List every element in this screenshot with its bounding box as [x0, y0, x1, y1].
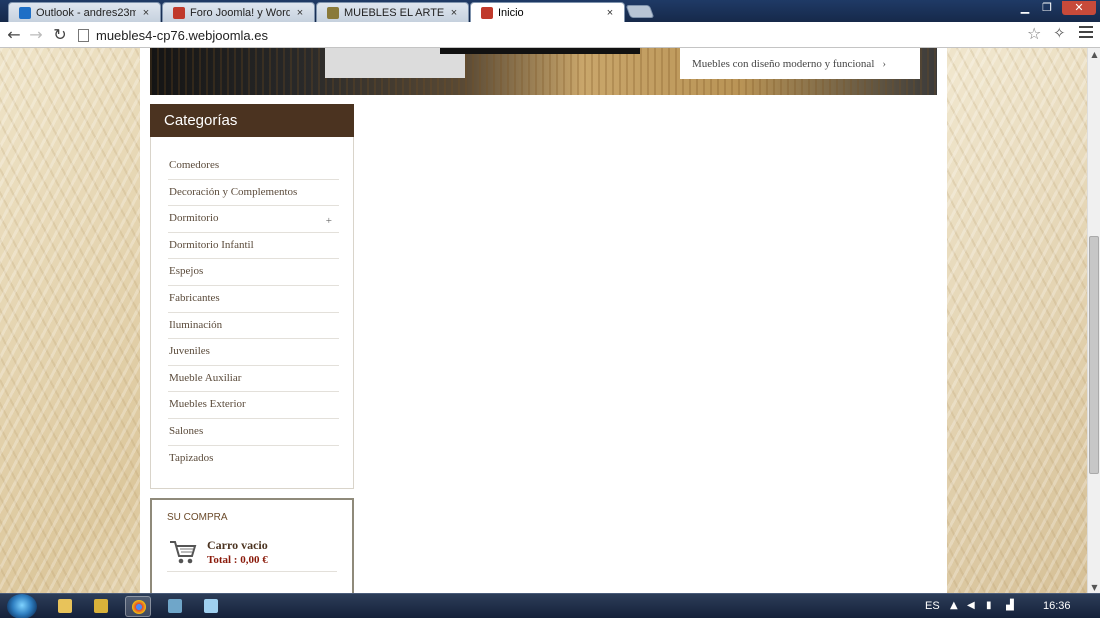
scroll-up-icon[interactable]: ▲ — [1090, 50, 1099, 59]
category-dormitorio-infantil[interactable]: Dormitorio Infantil — [168, 233, 339, 260]
tab-outlook[interactable]: Outlook - andres23mf@h × — [8, 2, 161, 22]
categories-panel: Comedores Decoración y Complementos Dorm… — [150, 137, 354, 489]
browser-tab-strip: Outlook - andres23mf@h × Foro Joomla! y … — [0, 0, 1100, 22]
category-fabricantes[interactable]: Fabricantes — [168, 286, 339, 313]
media-player-icon — [94, 599, 108, 613]
hero-caption-text: Muebles con diseño moderno y funcional — [692, 57, 875, 70]
new-tab-button[interactable] — [625, 5, 655, 18]
category-decoracion[interactable]: Decoración y Complementos — [168, 180, 339, 207]
page-content: Muebles con diseño moderno y funcional ›… — [140, 48, 947, 593]
expand-icon[interactable]: + — [326, 209, 332, 233]
folder-icon — [58, 599, 72, 613]
bookmark-star-icon[interactable]: ☆ — [1027, 24, 1041, 43]
category-salones[interactable]: Salones — [168, 419, 339, 446]
url-text[interactable]: muebles4-cp76.webjoomla.es — [96, 28, 268, 43]
back-icon[interactable]: ← — [4, 25, 24, 45]
page-icon — [78, 28, 89, 42]
taskbar-network[interactable] — [162, 596, 188, 617]
taskbar-explorer[interactable] — [52, 596, 78, 617]
scrollbar-thumb[interactable] — [1089, 236, 1099, 474]
minimize-icon[interactable]: ▁ — [1015, 1, 1035, 15]
categories-list: Comedores Decoración y Complementos Dorm… — [168, 153, 339, 472]
system-clock[interactable]: 16:36 — [1043, 600, 1071, 612]
volume-icon[interactable]: ◀ — [967, 600, 975, 611]
scroll-down-icon[interactable]: ▼ — [1090, 583, 1099, 592]
hero-caption-link[interactable]: Muebles con diseño moderno y funcional › — [680, 48, 920, 79]
cart-total: Total : 0,00 € — [207, 554, 268, 566]
taskbar-media[interactable] — [88, 596, 114, 617]
show-hidden-icons-icon[interactable]: ▲ — [950, 600, 958, 611]
tab-label: MUEBLES EL ARTESANO - — [344, 6, 444, 19]
divider — [167, 571, 337, 572]
category-tapizados[interactable]: Tapizados — [168, 446, 339, 473]
taskbar-window[interactable] — [198, 596, 224, 617]
page-scrollbar[interactable]: ▲ ▼ — [1087, 48, 1100, 593]
address-bar[interactable]: muebles4-cp76.webjoomla.es — [78, 25, 1048, 45]
reload-icon[interactable]: ↻ — [50, 25, 70, 45]
shopping-cart-icon[interactable] — [168, 539, 198, 565]
page-viewport: Muebles con diseño moderno y funcional ›… — [0, 48, 1087, 593]
category-dormitorio[interactable]: Dormitorio + — [168, 206, 339, 233]
artesano-icon — [327, 6, 339, 19]
categories-header: Categorías — [150, 104, 354, 137]
start-button[interactable] — [7, 594, 37, 618]
window-icon — [204, 599, 218, 613]
language-indicator[interactable]: ES — [925, 600, 940, 612]
battery-icon[interactable]: ▮ — [986, 600, 992, 611]
category-muebles-exterior[interactable]: Muebles Exterior — [168, 392, 339, 419]
category-espejos[interactable]: Espejos — [168, 259, 339, 286]
outlook-icon — [19, 6, 31, 19]
chevron-right-icon: › — [882, 57, 887, 70]
tab-label: Inicio — [498, 6, 524, 19]
tab-label: Foro Joomla! y WordPress — [190, 6, 290, 19]
close-icon[interactable]: × — [604, 7, 616, 19]
category-juveniles[interactable]: Juveniles — [168, 339, 339, 366]
close-icon[interactable]: × — [448, 7, 460, 19]
windows-taskbar: ES ▲ ◀ ▮ ▟ 16:36 — [0, 593, 1100, 618]
cart-status[interactable]: Carro vacio — [207, 538, 268, 553]
joomla-icon — [481, 6, 493, 19]
cart-title: SU COMPRA — [167, 512, 228, 523]
window-close-icon[interactable]: ✕ — [1062, 1, 1096, 15]
chrome-icon — [132, 600, 146, 614]
tab-inicio[interactable]: Inicio × — [470, 2, 625, 22]
category-mueble-auxiliar[interactable]: Mueble Auxiliar — [168, 366, 339, 393]
signal-icon[interactable]: ▟ — [1006, 600, 1014, 611]
category-label: Dormitorio — [169, 212, 219, 225]
maximize-icon[interactable]: ❐ — [1037, 1, 1057, 15]
network-icon — [168, 599, 182, 613]
browser-menu-icon[interactable] — [1079, 26, 1093, 41]
tab-muebles-artesano[interactable]: MUEBLES EL ARTESANO - × — [316, 2, 469, 22]
hero-shape — [440, 48, 640, 54]
category-iluminacion[interactable]: Iluminación — [168, 313, 339, 340]
hero-banner: Muebles con diseño moderno y funcional › — [150, 48, 937, 95]
forward-icon[interactable]: → — [26, 25, 46, 45]
extension-icon[interactable]: ✧ — [1053, 24, 1066, 42]
taskbar-chrome[interactable] — [125, 596, 151, 617]
browser-toolbar: ← → ↻ muebles4-cp76.webjoomla.es ☆ ✧ — [0, 22, 1100, 48]
joomla-icon — [173, 6, 185, 19]
close-icon[interactable]: × — [294, 7, 306, 19]
cart-module: SU COMPRA Carro vacio Total : 0,00 € — [150, 498, 354, 593]
tab-label: Outlook - andres23mf@h — [36, 6, 136, 19]
tab-foro-joomla[interactable]: Foro Joomla! y WordPress × — [162, 2, 315, 22]
close-icon[interactable]: × — [140, 7, 152, 19]
category-comedores[interactable]: Comedores — [168, 153, 339, 180]
